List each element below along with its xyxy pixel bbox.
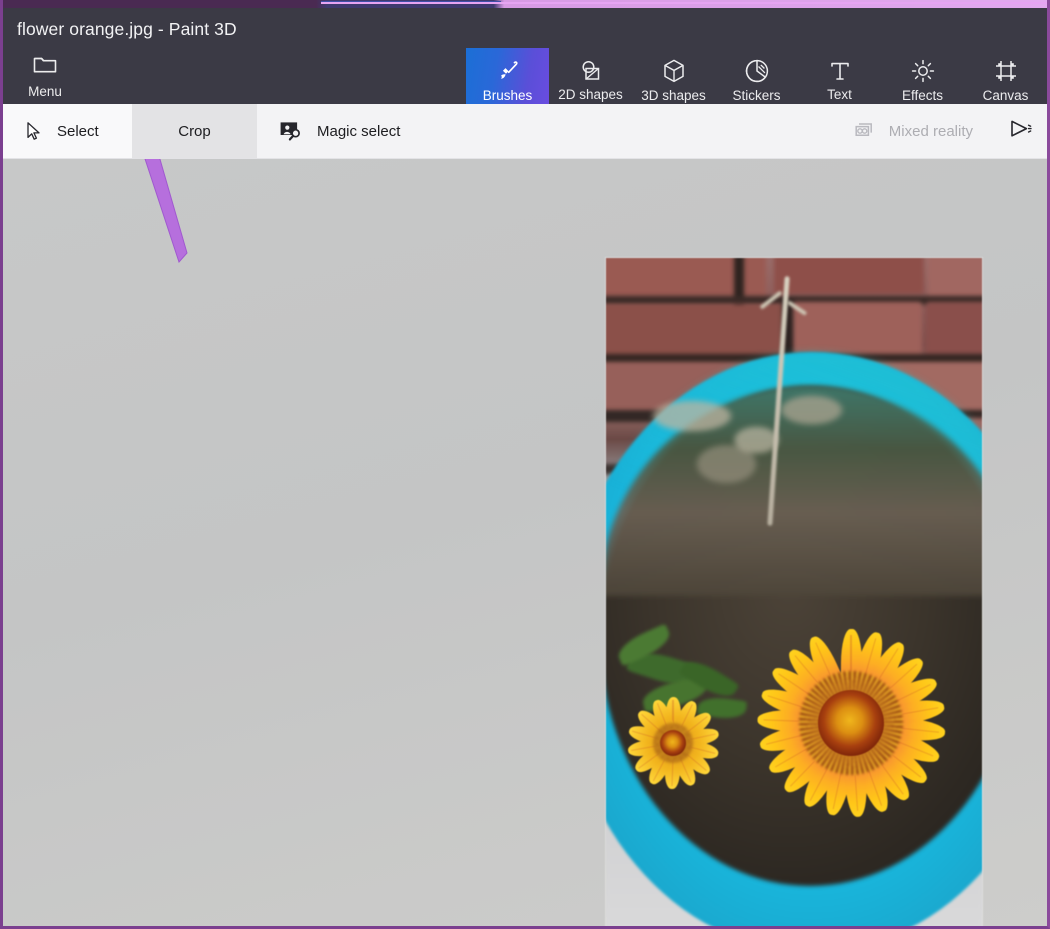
view-3d-icon xyxy=(1007,117,1035,146)
window-edge-pink-line xyxy=(321,2,1047,4)
sub-item-magic-select-label: Magic select xyxy=(317,122,401,140)
sun-effects-icon xyxy=(910,58,936,84)
2d-shapes-icon xyxy=(578,59,604,83)
sub-toolbar-spacer xyxy=(422,104,828,158)
tab-effects-label: Effects xyxy=(901,87,944,103)
view-3d-button[interactable] xyxy=(995,104,1047,158)
text-t-icon xyxy=(828,59,852,83)
paint3d-window: flower orange.jpg - Paint 3D Menu Brushe… xyxy=(0,0,1050,929)
tool-tabs: Brushes 2D shapes 3D shapes Stickers Tex… xyxy=(466,48,1047,112)
sticker-icon xyxy=(744,58,770,84)
tab-effects[interactable]: Effects xyxy=(881,48,964,112)
tab-3d-shapes[interactable]: 3D shapes xyxy=(632,48,715,112)
tab-brushes-label: Brushes xyxy=(482,87,533,103)
tab-brushes[interactable]: Brushes xyxy=(466,48,549,112)
3d-cube-icon xyxy=(662,58,686,84)
tab-text[interactable]: Text xyxy=(798,48,881,112)
annotation-arrow-icon xyxy=(91,159,251,288)
canvas-image[interactable] xyxy=(606,258,982,926)
flower-main xyxy=(706,578,982,868)
menu-button[interactable]: Menu xyxy=(11,48,79,104)
sub-item-crop-label: Crop xyxy=(178,122,211,140)
tab-2d-shapes-label: 2D shapes xyxy=(558,86,623,102)
window-title: flower orange.jpg - Paint 3D xyxy=(17,19,237,39)
tab-3d-shapes-label: 3D shapes xyxy=(641,87,706,103)
canvas-frame-icon xyxy=(993,58,1019,84)
tab-2d-shapes[interactable]: 2D shapes xyxy=(549,48,632,112)
magic-select-icon xyxy=(279,120,303,142)
tab-stickers-label: Stickers xyxy=(732,87,781,103)
sub-item-select-label: Select xyxy=(57,122,99,140)
title-bar: flower orange.jpg - Paint 3D Menu Brushe… xyxy=(3,8,1047,112)
sub-toolbar: Select Crop Magic select Mixed reality xyxy=(3,104,1047,159)
tab-canvas[interactable]: Canvas xyxy=(964,48,1047,112)
window-top-edge xyxy=(3,0,1047,8)
folder-icon xyxy=(33,54,57,79)
tab-text-label: Text xyxy=(827,86,852,102)
sub-item-magic-select[interactable]: Magic select xyxy=(257,104,422,158)
sub-item-mixed-reality[interactable]: Mixed reality xyxy=(829,104,995,158)
cursor-arrow-icon xyxy=(25,121,43,141)
sub-item-mixed-reality-label: Mixed reality xyxy=(888,122,973,140)
dry-roots xyxy=(646,368,876,488)
menu-label: Menu xyxy=(28,83,62,99)
sub-item-select[interactable]: Select xyxy=(3,104,132,158)
sub-item-crop[interactable]: Crop xyxy=(132,104,257,158)
paintbrush-icon xyxy=(495,58,521,84)
tab-stickers[interactable]: Stickers xyxy=(715,48,798,112)
tab-canvas-label: Canvas xyxy=(982,87,1029,103)
canvas-workspace[interactable] xyxy=(3,159,1047,926)
mixed-reality-icon xyxy=(851,121,875,141)
